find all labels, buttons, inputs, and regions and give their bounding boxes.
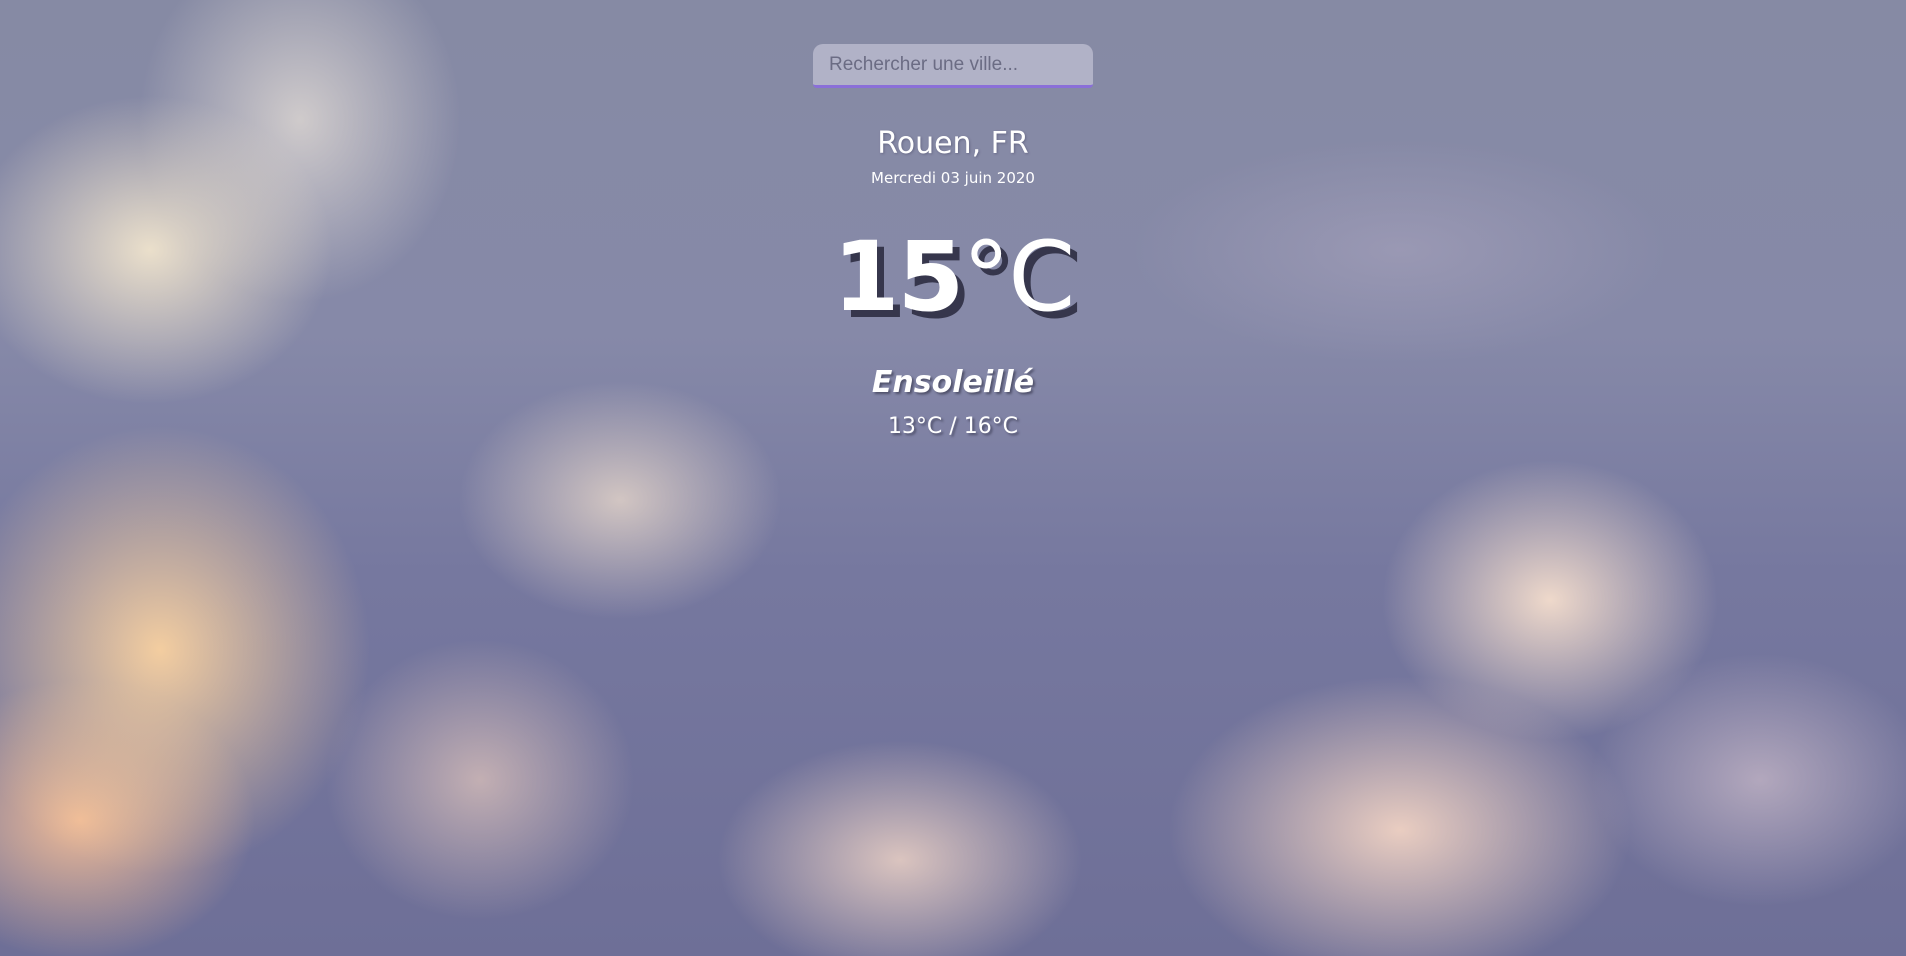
current-temperature: 15°C xyxy=(833,229,1076,325)
weather-description: Ensoleillé xyxy=(871,365,1035,400)
city-search-input[interactable] xyxy=(827,52,1079,77)
search-box[interactable] xyxy=(813,44,1093,88)
weather-app: Rouen, FR Mercredi 03 juin 2020 15°C Ens… xyxy=(0,0,1906,956)
weather-content: Rouen, FR Mercredi 03 juin 2020 15°C Ens… xyxy=(0,0,1906,439)
location-name: Rouen, FR xyxy=(877,126,1029,161)
temperature-range: 13°C / 16°C xyxy=(887,414,1019,439)
temperature-unit: °C xyxy=(962,221,1075,333)
temperature-value: 15 xyxy=(832,221,965,333)
current-date: Mercredi 03 juin 2020 xyxy=(871,169,1035,187)
